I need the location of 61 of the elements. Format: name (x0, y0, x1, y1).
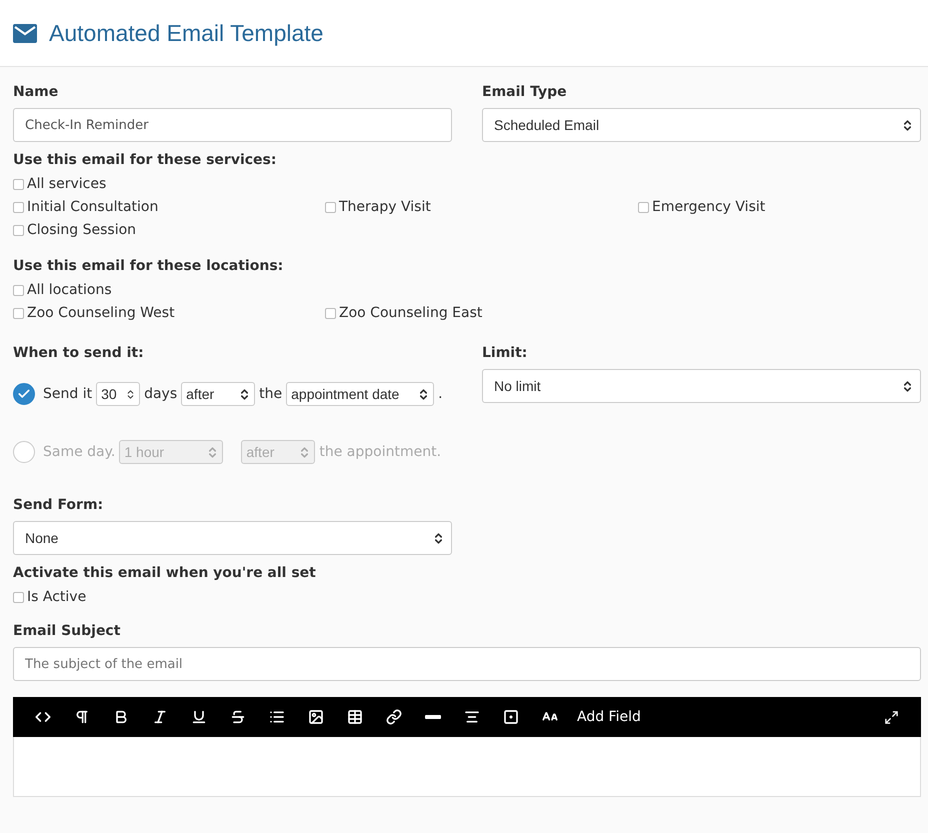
pilcrow-icon (74, 709, 90, 725)
select-arrows-icon (901, 118, 914, 132)
checkbox-option[interactable]: Initial Consultation (13, 199, 325, 215)
option-text: Send it (43, 386, 92, 402)
checkbox-option[interactable]: Emergency Visit (638, 199, 921, 215)
checkbox[interactable] (638, 202, 649, 212)
name-input[interactable]: Check-In Reminder (13, 108, 452, 142)
align-center-icon (464, 709, 480, 725)
list-icon (268, 709, 284, 725)
section-label: Use this email for these locations: (13, 258, 284, 274)
number-input[interactable]: 30 (96, 382, 140, 406)
italic-icon (152, 709, 168, 725)
direction-select[interactable]: after (181, 382, 256, 406)
option-text: Same day. (43, 444, 116, 460)
field-label: Limit: (482, 345, 528, 361)
radio-button[interactable] (13, 441, 35, 463)
option-text: days (144, 386, 178, 402)
section-label: When to send it: (13, 345, 145, 361)
checkbox-option[interactable]: Zoo Counseling West (13, 305, 325, 321)
option-text: the appointment. (319, 444, 442, 460)
checkbox-option[interactable]: Therapy Visit (325, 199, 638, 215)
envelope-icon (13, 24, 37, 42)
radio-button[interactable] (13, 383, 35, 405)
underline-icon (190, 709, 206, 725)
option-text: . (438, 386, 443, 402)
subject-input[interactable]: The subject of the email (13, 647, 921, 681)
page-title: Automated Email Template (49, 20, 324, 46)
checkbox-option[interactable]: All services (13, 176, 921, 192)
image-icon (308, 709, 324, 725)
checkbox-option[interactable]: All locations (13, 282, 921, 298)
send-form-select[interactable]: None (13, 521, 452, 555)
link-icon (386, 709, 402, 725)
code-icon (34, 709, 50, 725)
add-field-button[interactable]: Add Field (577, 709, 641, 725)
checkbox[interactable] (13, 284, 24, 296)
checkbox[interactable] (13, 224, 24, 236)
field-label: Name (13, 84, 60, 100)
section-label: Activate this email when you're all set (13, 565, 317, 581)
expand-icon (884, 710, 899, 724)
strikethrough-icon (230, 709, 246, 725)
email-type-select[interactable]: Scheduled Email (482, 108, 921, 142)
option-text: the (259, 386, 282, 402)
checkbox[interactable] (13, 308, 24, 318)
checkbox-option[interactable]: Is Active (13, 589, 921, 605)
checkbox-option[interactable]: Zoo Counseling East (325, 305, 638, 321)
field-label: Email Type (482, 84, 568, 100)
section-label: Use this email for these services: (13, 152, 278, 168)
checkbox[interactable] (325, 202, 336, 212)
check-icon (17, 387, 31, 401)
checkbox[interactable] (325, 308, 336, 318)
checkbox[interactable] (13, 592, 24, 602)
limit-select[interactable]: No limit (482, 369, 921, 403)
field-label: Email Subject (13, 623, 122, 639)
field-label: Send Form: (13, 497, 104, 513)
reference-select[interactable]: appointment date (286, 382, 434, 406)
select-arrows-icon (432, 532, 445, 544)
select-arrows-icon (901, 380, 914, 392)
checkbox[interactable] (13, 202, 24, 212)
checkbox-option[interactable]: Closing Session (13, 222, 325, 238)
checkbox[interactable] (13, 178, 24, 190)
table-icon (346, 709, 362, 725)
